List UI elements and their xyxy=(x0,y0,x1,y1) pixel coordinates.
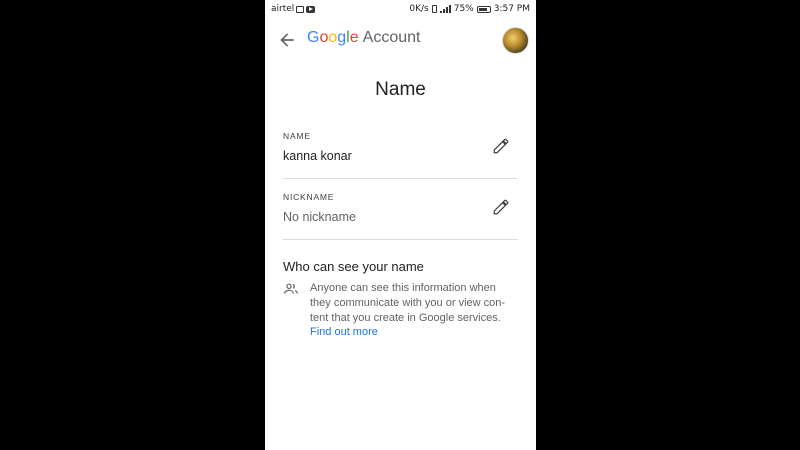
info-line: they communicate with you or view con- xyxy=(310,297,506,309)
network-speed: 0K/s xyxy=(409,4,429,14)
find-out-more-link[interactable]: Find out more xyxy=(310,326,378,338)
logo-letter: e xyxy=(349,29,359,46)
divider xyxy=(283,239,518,240)
vibrate-icon xyxy=(431,5,437,13)
notification-icon xyxy=(296,5,305,13)
visibility-info-text: Anyone can see this information when the… xyxy=(310,281,516,326)
status-bar: airtel 0K/s 75% 3:57 PM xyxy=(265,0,536,18)
status-bar-right: 0K/s 75% 3:57 PM xyxy=(409,4,530,14)
nickname-label: NICKNAME xyxy=(283,192,335,202)
clock: 3:57 PM xyxy=(493,4,530,14)
info-line: tent that you create in Google services. xyxy=(310,312,501,324)
avatar[interactable] xyxy=(502,27,529,54)
phone-screen: airtel 0K/s 75% 3:57 PM Google Account Na… xyxy=(265,0,536,450)
visibility-section-title: Who can see your name xyxy=(283,259,424,274)
app-header: Google Account xyxy=(265,22,536,58)
name-label: NAME xyxy=(283,131,311,141)
nickname-field[interactable]: NICKNAME No nickname xyxy=(283,192,518,244)
battery-percent: 75% xyxy=(453,4,474,14)
youtube-icon xyxy=(306,5,316,13)
name-field[interactable]: NAME kanna konar xyxy=(283,131,518,183)
google-account-logo: Google Account xyxy=(307,29,420,47)
battery-icon xyxy=(476,5,491,13)
info-line: Anyone can see this information when xyxy=(310,282,496,294)
back-arrow-icon[interactable] xyxy=(277,30,297,50)
logo-letter: G xyxy=(307,29,320,46)
divider xyxy=(283,178,518,179)
edit-nickname-pencil-icon[interactable] xyxy=(492,198,510,216)
name-value: kanna konar xyxy=(283,149,352,163)
status-bar-left: airtel xyxy=(271,4,316,14)
people-icon xyxy=(283,281,299,297)
edit-name-pencil-icon[interactable] xyxy=(492,137,510,155)
nickname-value: No nickname xyxy=(283,210,356,224)
carrier-name: airtel xyxy=(271,4,295,14)
page-title: Name xyxy=(375,79,426,100)
signal-icon xyxy=(439,5,451,13)
logo-letter: o xyxy=(328,29,338,46)
logo-letter: g xyxy=(337,29,347,46)
account-word: Account xyxy=(362,29,421,46)
